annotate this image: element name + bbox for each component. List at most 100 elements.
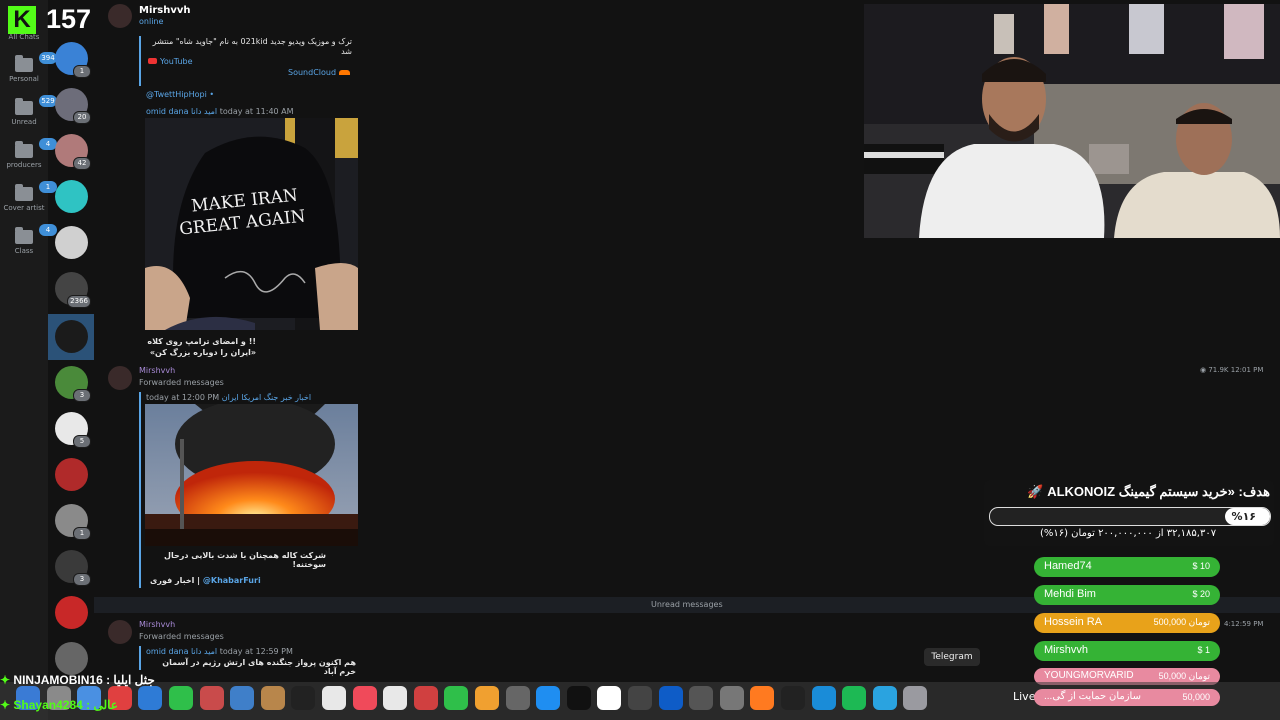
dock-app-icon[interactable] [199, 686, 224, 710]
sender-name[interactable]: Mirshvvh [139, 366, 175, 375]
channel-name: اخبار فوری | [150, 576, 201, 585]
unread-badge: 20 [73, 111, 91, 124]
dock-app-icon[interactable] [230, 686, 255, 710]
folder-label: Class [14, 247, 34, 255]
folder-all-chats[interactable]: All Chats [0, 33, 48, 41]
dock-app-icon[interactable] [719, 686, 744, 710]
chat-avatar[interactable]: 2366 [55, 272, 91, 308]
dock-app-icon[interactable] [505, 686, 530, 710]
dock-app-icon[interactable] [260, 686, 285, 710]
photo-caption: شرکت کاله همچنان با شدت بالایی درحال سوخ… [164, 551, 326, 569]
dock-app-icon[interactable] [750, 686, 775, 710]
dock-app-icon[interactable] [352, 686, 377, 710]
folder-class[interactable]: 4 Class [0, 224, 57, 255]
donation-amount: 50,000 [1182, 692, 1210, 702]
webcam-overlay [864, 4, 1280, 238]
chat-avatar[interactable] [55, 226, 88, 259]
chat-avatar[interactable] [55, 320, 88, 353]
stream-chat-text: Shayan4284 : عالی [13, 698, 118, 712]
dock-app-icon[interactable] [842, 686, 867, 710]
donation-amount: 50,000 تومان [1158, 671, 1210, 681]
forwarded-label: Forwarded messages [139, 378, 224, 387]
donation-pill: Mehdi Bim $ 20 [1034, 585, 1220, 605]
author-name[interactable]: omid dana امید دانا [146, 107, 217, 116]
fire-illustration [145, 404, 358, 546]
chat-avatar[interactable]: 3 [55, 550, 91, 586]
dock-app-icon[interactable] [291, 686, 316, 710]
unread-badge: 1 [73, 65, 91, 78]
chat-avatar[interactable]: 42 [55, 134, 91, 170]
chat-avatar[interactable]: 20 [55, 88, 91, 124]
stream-chat-text: NINJAMOBIN16 : جثل ایلیا [13, 673, 155, 687]
dock-app-icon[interactable] [322, 686, 346, 710]
folder-label: Cover artist [3, 204, 45, 212]
dock-app-icon[interactable] [781, 686, 805, 710]
dock-app-icon[interactable] [628, 686, 652, 710]
message-text: ترک و موزیک ویدیو جدید 021kid به نام "جا… [152, 37, 352, 56]
unread-label: Unread messages [651, 600, 723, 609]
dock-app-icon[interactable] [475, 686, 499, 710]
folder-icon: 394 [15, 52, 57, 72]
dock-app-icon[interactable] [169, 686, 193, 710]
channel-signature: اخبار فوری | @KhabarFuri [150, 576, 261, 585]
photo-fire[interactable] [145, 404, 358, 546]
folder-unread[interactable]: 529 Unread [0, 95, 57, 126]
photo-cap[interactable]: MAKE IRAN GREAT AGAIN [145, 118, 358, 330]
timestamp: today at 12:59 PM [219, 647, 293, 656]
unread-badge: 1 [73, 527, 91, 540]
folder-icon: 4 [15, 224, 57, 244]
diamond-icon: ✦ [0, 673, 11, 687]
handle-link[interactable]: @TwettHipHopi • [146, 90, 214, 99]
dock-app-icon[interactable] [811, 686, 836, 710]
folder-personal[interactable]: 394 Personal [0, 52, 57, 83]
avatar[interactable] [108, 4, 132, 28]
dock-app-icon[interactable] [536, 686, 561, 710]
sender-name[interactable]: Mirshvvh [139, 620, 175, 629]
soundcloud-link[interactable]: SoundCloud [288, 68, 351, 77]
author-name[interactable]: omid dana امید دانا [146, 647, 217, 656]
donation-pill: Mirshvvh $ 1 [1034, 641, 1220, 661]
chat-avatar[interactable] [55, 596, 88, 629]
avatar[interactable] [108, 366, 132, 390]
source-channel[interactable]: اخبار خبر جنگ امریکا ایران [222, 393, 311, 402]
stream-chat-line: ✦ NINJAMOBIN16 : جثل ایلیا [0, 673, 155, 691]
message-meta: today at 12:00 PM اخبار خبر جنگ امریکا ا… [146, 393, 311, 402]
donation-pill: Hamed74 $ 10 [1034, 557, 1220, 577]
chat-avatar[interactable] [55, 458, 88, 491]
donor-name: YOUNGMORVARID [1044, 670, 1134, 681]
chat-avatar[interactable]: 1 [55, 42, 91, 78]
dock-live-label[interactable]: Live [1013, 690, 1035, 703]
cap-illustration: MAKE IRAN GREAT AGAIN [145, 118, 358, 330]
dock-app-icon[interactable] [566, 686, 591, 710]
dock-app-icon[interactable] [383, 686, 408, 710]
avatar[interactable] [108, 620, 132, 644]
dock-tooltip: Telegram [924, 648, 980, 666]
dock-app-icon[interactable] [597, 686, 622, 710]
photo-caption: !! و امضای ترامپ روی کلاه «ایران را دوبا… [146, 336, 256, 358]
chat-avatar[interactable]: 1 [55, 504, 91, 540]
chat-avatar[interactable] [55, 642, 88, 675]
dock-app-icon[interactable] [689, 686, 714, 710]
chat-title[interactable]: Mirshvvh [139, 5, 191, 16]
chat-avatar[interactable]: 5 [55, 412, 91, 448]
dock-app-icon[interactable] [444, 686, 469, 710]
dock-app-icon[interactable] [903, 686, 928, 710]
reply-bar [139, 36, 141, 86]
timestamp: today at 12:00 PM [146, 393, 220, 402]
dock-app-icon[interactable] [658, 686, 683, 710]
donation-amount: $ 1 [1197, 645, 1210, 655]
caption-line-1: !! و امضای ترامپ روی کلاه [147, 337, 256, 346]
youtube-link[interactable]: YouTube [148, 57, 193, 66]
youtube-icon [148, 58, 157, 64]
unread-badge: 42 [73, 157, 91, 170]
dock-app-icon[interactable] [872, 686, 897, 710]
dock-app-icon[interactable] [413, 686, 438, 710]
unread-badge: 5 [73, 435, 91, 448]
channel-handle[interactable]: @KhabarFuri [203, 576, 261, 585]
chat-avatar[interactable] [55, 180, 88, 213]
folder-producers[interactable]: 4 producers [0, 138, 57, 169]
goal-title: هدف: «خرید سیستم گیمینگ ALKONOIZ 🚀 [986, 484, 1270, 500]
folder-icon: 4 [15, 138, 57, 158]
chat-avatar[interactable]: 3 [55, 366, 91, 402]
folder-cover-artist[interactable]: 1 Cover artist [0, 181, 57, 212]
